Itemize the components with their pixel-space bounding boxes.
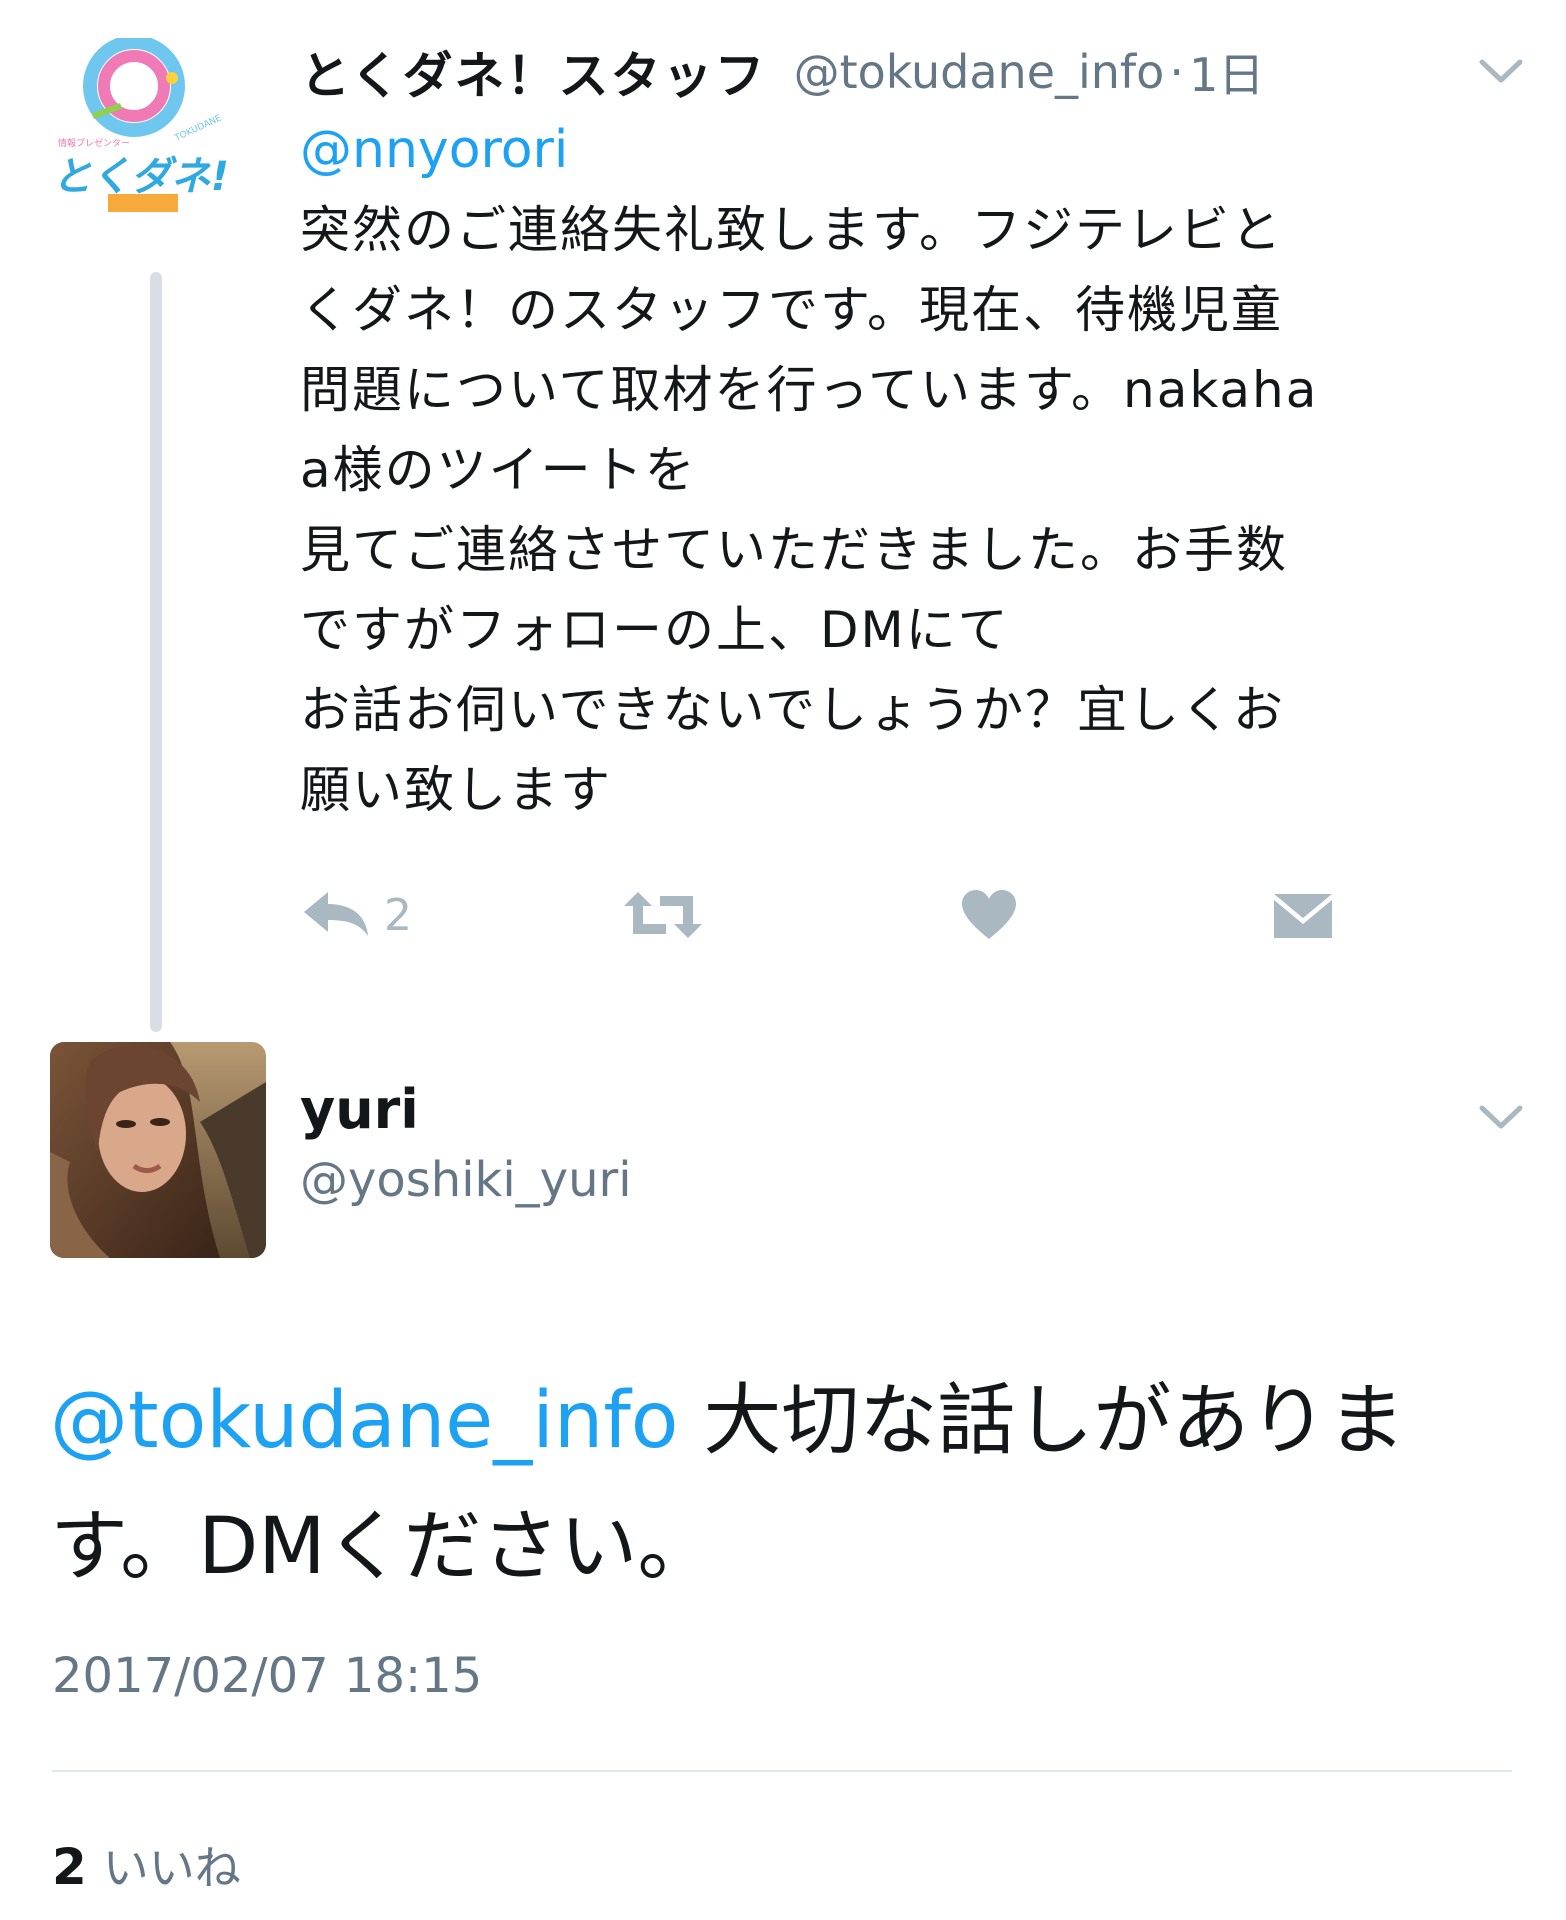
tweet-text-line: 突然のご連絡失礼致します。フジテレビと	[300, 201, 1283, 259]
likes-count: 2	[52, 1838, 87, 1896]
reply-tweet-text: @tokudane_info 大切な話しがありま す。DMください。	[50, 1358, 1510, 1610]
tweet-actions: 2	[300, 885, 1340, 945]
reply-user-handle[interactable]: @yoshiki_yuri	[300, 1152, 632, 1208]
reply-icon	[304, 892, 368, 936]
tweet-text-line: 願い致します	[300, 761, 612, 819]
mention-link[interactable]: @tokudane_info	[50, 1376, 679, 1466]
tweet-menu-button[interactable]	[1478, 56, 1524, 86]
reply-count: 2	[384, 889, 412, 941]
envelope-icon	[1274, 894, 1332, 938]
svg-text:TOKUDANE: TOKUDANE	[173, 113, 224, 144]
likes-label: いいね	[102, 1841, 241, 1895]
retweet-button[interactable]	[622, 885, 704, 945]
like-button[interactable]	[960, 885, 1018, 945]
reply-button[interactable]: 2	[300, 885, 412, 945]
reply-text-part: 大切な話しがありま	[678, 1376, 1406, 1466]
profile-photo	[50, 1042, 266, 1258]
tokudane-logo-icon: 情報プレゼンター TOKUDANE とくダネ!	[52, 35, 229, 212]
tweet-timestamp[interactable]: 2017/02/07 18:15	[52, 1648, 482, 1704]
display-name[interactable]: とくダネ！スタッフ	[300, 47, 767, 105]
reply-text-line-1: @tokudane_info 大切な話しがありま	[50, 1358, 1510, 1484]
tweet-text-line: ですがフォローの上、DMにて	[300, 601, 1010, 659]
reply-tweet-menu-button[interactable]	[1478, 1102, 1524, 1132]
chevron-down-icon	[1479, 59, 1523, 83]
logo-text: とくダネ!	[52, 154, 229, 200]
mention-link[interactable]: @nnyorori	[300, 118, 568, 182]
tweet-text-line: 問題について取材を行っています。nakaha	[300, 361, 1319, 419]
reply-display-name[interactable]: yuri	[300, 1078, 419, 1141]
tweet-text-line: くダネ！のスタッフです。現在、待機児童	[300, 281, 1283, 339]
likes-summary[interactable]: 2 いいね	[52, 1832, 241, 1898]
reply-text-line-2: す。DMください。	[50, 1502, 716, 1592]
tweet-text-line: a様のツイートを	[300, 441, 697, 499]
heart-icon	[962, 890, 1016, 939]
tweet-header: とくダネ！スタッフ @tokudane_info · 1日	[300, 36, 1460, 106]
direct-message-button[interactable]	[1272, 885, 1334, 945]
tweet-text: 突然のご連絡失礼致します。フジテレビと くダネ！のスタッフです。現在、待機児童 …	[300, 190, 1520, 830]
thread-connector-line	[150, 272, 162, 1032]
tweet-text-line: お話お伺いできないでしょうか？宜しくお	[300, 681, 1285, 739]
chevron-down-icon	[1479, 1105, 1523, 1129]
user-handle[interactable]: @tokudane_info	[794, 45, 1165, 99]
separator-dot: ·	[1169, 45, 1184, 99]
tweet-time-ago[interactable]: 1日	[1189, 48, 1264, 102]
svg-text:情報プレゼンター: 情報プレゼンター	[58, 137, 130, 149]
retweet-icon	[624, 892, 702, 938]
yuri-avatar[interactable]	[50, 1042, 266, 1258]
tokudane-avatar[interactable]: 情報プレゼンター TOKUDANE とくダネ!	[52, 35, 262, 238]
divider	[52, 1770, 1512, 1772]
tweet-text-line: 見てご連絡させていただきました。お手数	[300, 521, 1288, 579]
